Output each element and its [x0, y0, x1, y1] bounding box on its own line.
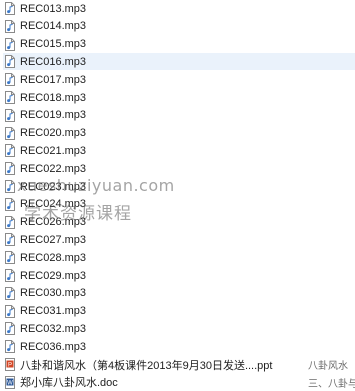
- file-row[interactable]: REC013.mp3: [3, 0, 355, 17]
- file-name: REC021.mp3: [20, 144, 87, 157]
- audio-file-icon: [5, 19, 15, 33]
- file-row[interactable]: REC022.mp3: [3, 160, 355, 177]
- audio-file-icon: [5, 73, 15, 87]
- file-title-column: 三、八卦与: [308, 378, 355, 390]
- file-name: REC031.mp3: [20, 305, 87, 318]
- file-row[interactable]: REC016.mp3: [3, 53, 355, 71]
- svg-text:W: W: [7, 380, 13, 386]
- file-row[interactable]: REC018.mp3: [3, 89, 355, 106]
- audio-file-icon: [5, 251, 15, 265]
- file-name: REC016.mp3: [20, 55, 87, 68]
- file-row[interactable]: REC032.mp3: [3, 320, 355, 337]
- audio-file-icon: [5, 144, 15, 158]
- audio-file-icon: [5, 340, 15, 354]
- file-list: REC013.mp3 REC014.mp3 REC015.mp3 REC016.mp3…: [0, 0, 355, 391]
- file-name: REC027.mp3: [20, 233, 87, 246]
- file-row[interactable]: REC014.mp3: [3, 18, 355, 35]
- file-row[interactable]: REC023.mp3: [3, 178, 355, 195]
- audio-file-icon: [5, 322, 15, 336]
- file-name: REC014.mp3: [20, 20, 87, 33]
- svg-text:P: P: [8, 362, 12, 368]
- audio-file-icon: [5, 2, 15, 15]
- file-row[interactable]: REC029.mp3: [3, 267, 355, 284]
- file-name: REC020.mp3: [20, 127, 87, 140]
- audio-file-icon: [5, 197, 15, 211]
- file-name: REC018.mp3: [20, 91, 87, 104]
- audio-file-icon: [5, 304, 15, 318]
- audio-file-icon: [5, 37, 15, 51]
- audio-file-icon: [5, 215, 15, 229]
- file-name: REC017.mp3: [20, 73, 87, 86]
- audio-file-icon: [5, 108, 15, 122]
- file-row[interactable]: REC015.mp3: [3, 36, 355, 53]
- file-name: REC029.mp3: [20, 269, 87, 282]
- file-name: 郑小库八卦风水.doc: [20, 377, 118, 390]
- audio-file-icon: [5, 286, 15, 300]
- file-name: REC032.mp3: [20, 322, 87, 335]
- file-row[interactable]: REC030.mp3: [3, 285, 355, 302]
- file-name: REC019.mp3: [20, 109, 87, 122]
- audio-file-icon: [5, 91, 15, 104]
- file-row[interactable]: REC031.mp3: [3, 303, 355, 320]
- file-row[interactable]: REC028.mp3: [3, 249, 355, 266]
- file-row[interactable]: REC020.mp3: [3, 125, 355, 142]
- audio-file-icon: [5, 233, 15, 247]
- audio-file-icon: [5, 126, 15, 140]
- file-name: REC015.mp3: [20, 38, 87, 51]
- file-name: REC013.mp3: [20, 2, 87, 15]
- file-name: REC036.mp3: [20, 340, 87, 353]
- audio-file-icon: [5, 162, 15, 176]
- file-row[interactable]: REC019.mp3: [3, 107, 355, 124]
- file-row[interactable]: W 郑小库八卦风水.doc 三、八卦与: [3, 374, 355, 391]
- file-name: 八卦和谐风水（第4板课件2013年9月30日发送....ppt: [20, 359, 273, 372]
- file-name: REC024.mp3: [20, 198, 87, 211]
- file-name: REC023.mp3: [20, 180, 87, 193]
- file-title-column: 八卦风水: [308, 361, 348, 372]
- file-row[interactable]: REC017.mp3: [3, 71, 355, 88]
- audio-file-icon: [5, 55, 15, 69]
- file-name: REC030.mp3: [20, 287, 87, 300]
- file-row[interactable]: REC024.mp3: [3, 196, 355, 213]
- file-row[interactable]: REC026.mp3: [3, 214, 355, 231]
- file-row[interactable]: REC021.mp3: [3, 142, 355, 159]
- powerpoint-file-icon: P: [5, 358, 15, 371]
- file-name: REC028.mp3: [20, 251, 87, 264]
- audio-file-icon: [5, 180, 15, 193]
- file-name: REC022.mp3: [20, 162, 87, 175]
- file-row[interactable]: REC036.mp3: [3, 338, 355, 355]
- audio-file-icon: [5, 269, 15, 282]
- word-file-icon: W: [5, 375, 15, 389]
- file-name: REC026.mp3: [20, 216, 87, 229]
- file-row[interactable]: REC027.mp3: [3, 231, 355, 248]
- file-row[interactable]: P 八卦和谐风水（第4板课件2013年9月30日发送....ppt 八卦风水: [3, 356, 355, 373]
